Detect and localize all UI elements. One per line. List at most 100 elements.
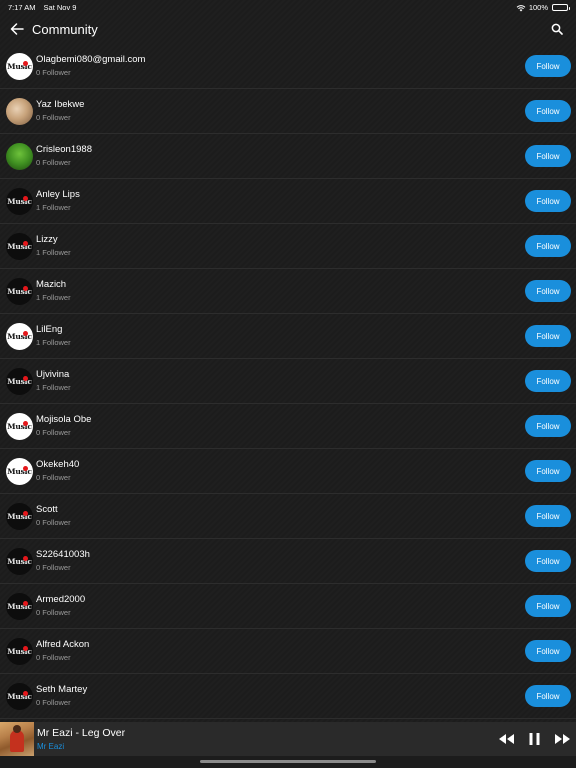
avatar[interactable]: Music xyxy=(6,52,33,80)
follow-button[interactable]: Follow xyxy=(525,505,571,527)
follower-count: 1 Follower xyxy=(36,338,71,347)
home-indicator[interactable] xyxy=(200,760,376,763)
follower-count: 0 Follower xyxy=(36,518,71,527)
avatar[interactable]: Music xyxy=(6,682,33,710)
track-title: Mr Eazi - Leg Over xyxy=(37,726,126,739)
follower-count: 1 Follower xyxy=(36,203,71,212)
list-item[interactable]: Music Lizzy 1 Follower Follow xyxy=(0,224,576,269)
list-item[interactable]: Music Seth Martey 0 Follower Follow xyxy=(0,674,576,719)
follow-button[interactable]: Follow xyxy=(525,460,571,482)
user-info: Armed2000 0 Follower xyxy=(36,594,85,618)
follower-count: 1 Follower xyxy=(36,248,71,257)
battery-icon xyxy=(552,3,570,11)
follow-button[interactable]: Follow xyxy=(525,325,571,347)
user-name[interactable]: Okekeh40 xyxy=(36,459,79,471)
user-name[interactable]: Mazich xyxy=(36,279,71,291)
follow-button[interactable]: Follow xyxy=(525,640,571,662)
avatar[interactable]: Music xyxy=(6,322,33,350)
track-artist: Mr Eazi xyxy=(37,741,65,751)
user-name[interactable]: Crisleon1988 xyxy=(36,144,92,156)
page-title: Community xyxy=(32,21,98,37)
user-name[interactable]: Anley Lips xyxy=(36,189,80,201)
list-item[interactable]: Music Olagbemi080@gmail.com 0 Follower Foll… xyxy=(0,44,576,89)
follow-button[interactable]: Follow xyxy=(525,280,571,302)
avatar[interactable]: Music xyxy=(6,412,33,440)
follow-button[interactable]: Follow xyxy=(525,100,571,122)
music-logo-text: Music xyxy=(7,691,32,701)
follow-button[interactable]: Follow xyxy=(525,235,571,257)
music-logo-text: Music xyxy=(7,241,32,251)
list-item[interactable]: Music Mojisola Obe 0 Follower Follow xyxy=(0,404,576,449)
follow-button[interactable]: Follow xyxy=(525,55,571,77)
list-item[interactable]: Music Okekeh40 0 Follower Follow xyxy=(0,449,576,494)
list-item[interactable]: Music Alfred Ackon 0 Follower Follow xyxy=(0,629,576,674)
follow-button[interactable]: Follow xyxy=(525,550,571,572)
follow-button[interactable]: Follow xyxy=(525,190,571,212)
list-item[interactable]: Music S22641003h 0 Follower Follow xyxy=(0,539,576,584)
list-item[interactable]: Music Scott 0 Follower Follow xyxy=(0,494,576,539)
album-cover[interactable] xyxy=(0,722,34,756)
follower-count: 0 Follower xyxy=(36,608,71,617)
follower-count: 0 Follower xyxy=(36,563,71,572)
list-item[interactable]: Music Mazich 1 Follower Follow xyxy=(0,269,576,314)
fast-forward-icon[interactable] xyxy=(554,732,570,746)
follower-count: 0 Follower xyxy=(36,68,71,77)
avatar[interactable]: Music xyxy=(6,592,33,620)
avatar[interactable]: Music xyxy=(6,637,33,665)
avatar[interactable]: Music xyxy=(6,187,33,215)
user-name[interactable]: LilEng xyxy=(36,324,71,336)
avatar[interactable]: Music xyxy=(6,457,33,485)
user-info: Alfred Ackon 0 Follower xyxy=(36,639,89,663)
back-arrow-icon[interactable] xyxy=(6,18,28,40)
music-logo-text: Music xyxy=(7,331,32,341)
follow-button[interactable]: Follow xyxy=(525,415,571,437)
music-logo-text: Music xyxy=(7,421,32,431)
user-name[interactable]: Scott xyxy=(36,504,71,516)
now-playing-bar[interactable]: Mr Eazi - Leg Over Mr Eazi xyxy=(0,722,576,756)
follow-button[interactable]: Follow xyxy=(525,370,571,392)
follower-count: 0 Follower xyxy=(36,698,71,707)
user-name[interactable]: Lizzy xyxy=(36,234,71,246)
list-item[interactable]: Music Armed2000 0 Follower Follow xyxy=(0,584,576,629)
list-item[interactable]: Music Ujvivina 1 Follower Follow xyxy=(0,359,576,404)
avatar[interactable]: Music xyxy=(6,277,33,305)
avatar[interactable] xyxy=(6,142,33,170)
list-item[interactable]: Yaz Ibekwe 0 Follower Follow xyxy=(0,89,576,134)
pause-icon[interactable] xyxy=(526,732,542,746)
user-info: S22641003h 0 Follower xyxy=(36,549,90,573)
follow-button[interactable]: Follow xyxy=(525,145,571,167)
user-name[interactable]: Olagbemi080@gmail.com xyxy=(36,54,145,66)
user-info: Ujvivina 1 Follower xyxy=(36,369,71,393)
list-item[interactable]: Music Anley Lips 1 Follower Follow xyxy=(0,179,576,224)
user-name[interactable]: Mojisola Obe xyxy=(36,414,91,426)
user-info: Scott 0 Follower xyxy=(36,504,71,528)
user-name[interactable]: Armed2000 xyxy=(36,594,85,606)
user-name[interactable]: Ujvivina xyxy=(36,369,71,381)
user-name[interactable]: Yaz Ibekwe xyxy=(36,99,84,111)
music-logo-text: Music xyxy=(7,556,32,566)
avatar[interactable]: Music xyxy=(6,232,33,260)
follow-button[interactable]: Follow xyxy=(525,595,571,617)
follower-count: 0 Follower xyxy=(36,113,71,122)
music-logo-text: Music xyxy=(7,196,32,206)
search-icon[interactable] xyxy=(546,18,568,40)
user-info: Seth Martey 0 Follower xyxy=(36,684,87,708)
logo-dot-icon xyxy=(23,645,28,651)
track-info[interactable]: Mr Eazi - Leg Over Mr Eazi xyxy=(37,727,125,752)
avatar[interactable]: Music xyxy=(6,367,33,395)
follower-count: 0 Follower xyxy=(36,158,71,167)
avatar[interactable]: Music xyxy=(6,502,33,530)
user-info: Anley Lips 1 Follower xyxy=(36,189,80,213)
list-item[interactable]: Crisleon1988 0 Follower Follow xyxy=(0,134,576,179)
rewind-icon[interactable] xyxy=(498,732,514,746)
user-name[interactable]: S22641003h xyxy=(36,549,90,561)
avatar[interactable] xyxy=(6,97,33,125)
user-info: Mojisola Obe 0 Follower xyxy=(36,414,91,438)
status-time: 7:17 AM xyxy=(8,2,36,12)
avatar[interactable]: Music xyxy=(6,547,33,575)
list-item[interactable]: Music LilEng 1 Follower Follow xyxy=(0,314,576,359)
user-info: LilEng 1 Follower xyxy=(36,324,71,348)
user-name[interactable]: Seth Martey xyxy=(36,684,87,696)
follow-button[interactable]: Follow xyxy=(525,685,571,707)
user-name[interactable]: Alfred Ackon xyxy=(36,639,89,651)
